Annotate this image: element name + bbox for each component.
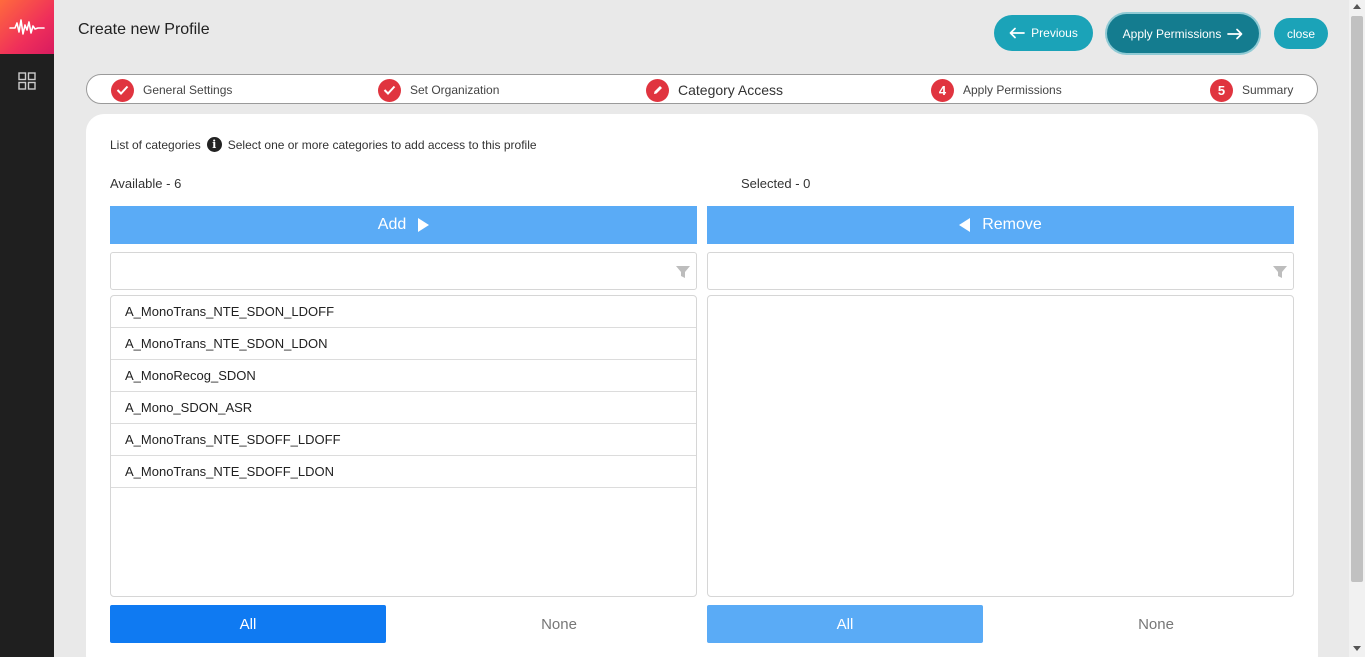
available-list[interactable]: A_MonoTrans_NTE_SDON_LDOFF A_MonoTrans_N…: [110, 295, 697, 597]
selected-select-none-button[interactable]: None: [1018, 605, 1294, 643]
list-item[interactable]: A_MonoTrans_NTE_SDON_LDON: [111, 328, 696, 360]
categories-info: List of categories i Select one or more …: [110, 137, 537, 152]
close-button[interactable]: close: [1274, 18, 1328, 49]
step-category-access[interactable]: Category Access: [646, 78, 783, 102]
list-item[interactable]: A_MonoTrans_NTE_SDOFF_LDON: [111, 456, 696, 488]
check-icon: [111, 78, 134, 102]
available-filter-input[interactable]: [111, 253, 696, 289]
arrow-left-icon: [1009, 27, 1026, 39]
scroll-up-arrow-icon[interactable]: [1353, 4, 1361, 9]
step-number: 4: [931, 78, 954, 102]
step-label: Category Access: [678, 82, 784, 98]
add-label: Add: [377, 216, 407, 233]
selected-select-all-button[interactable]: All: [707, 605, 983, 643]
list-item[interactable]: A_MonoTrans_NTE_SDOFF_LDOFF: [111, 424, 696, 456]
list-item[interactable]: A_MonoTrans_NTE_SDON_LDOFF: [111, 296, 696, 328]
step-label: General Settings: [143, 83, 233, 97]
page-title: Create new Profile: [78, 21, 210, 38]
step-number: 5: [1210, 78, 1233, 102]
add-button[interactable]: Add: [110, 206, 697, 244]
arrow-right-icon: [1227, 28, 1243, 39]
check-icon: [378, 78, 401, 102]
step-summary[interactable]: 5 Summary: [1210, 78, 1293, 102]
step-label: Apply Permissions: [963, 83, 1062, 97]
apps-grid-button[interactable]: [0, 54, 54, 108]
available-count: Available - 6: [110, 176, 182, 191]
page-scrollbar[interactable]: [1349, 0, 1365, 657]
scroll-down-arrow-icon[interactable]: [1353, 646, 1361, 651]
app-logo[interactable]: [0, 0, 54, 54]
remove-button[interactable]: Remove: [707, 206, 1294, 244]
info-icon[interactable]: i: [206, 137, 222, 152]
selected-filter: [707, 252, 1294, 290]
list-item[interactable]: A_MonoRecog_SDON: [111, 360, 696, 392]
pencil-icon: [646, 78, 669, 102]
step-set-organization[interactable]: Set Organization: [378, 78, 499, 102]
selected-filter-input[interactable]: [708, 253, 1293, 289]
filter-icon[interactable]: [675, 264, 691, 280]
left-sidebar: [0, 0, 54, 657]
step-label: Summary: [1242, 83, 1294, 97]
selected-list[interactable]: [707, 295, 1294, 597]
previous-button[interactable]: Previous: [994, 15, 1093, 51]
apply-permissions-label: Apply Permissions: [1122, 26, 1222, 41]
categories-hint: Select one or more categories to add acc…: [227, 137, 537, 152]
available-select-none-button[interactable]: None: [421, 605, 697, 643]
play-right-icon: [418, 218, 430, 232]
step-apply-permissions[interactable]: 4 Apply Permissions: [931, 78, 1062, 102]
apply-permissions-button[interactable]: Apply Permissions: [1107, 14, 1259, 53]
previous-label: Previous: [1031, 26, 1078, 40]
categories-heading: List of categories: [110, 137, 201, 152]
step-general-settings[interactable]: General Settings: [111, 78, 232, 102]
scrollbar-thumb[interactable]: [1351, 16, 1363, 582]
available-select-all-button[interactable]: All: [110, 605, 386, 643]
list-item[interactable]: A_Mono_SDON_ASR: [111, 392, 696, 424]
category-access-card: List of categories i Select one or more …: [86, 114, 1318, 657]
step-label: Set Organization: [410, 83, 500, 97]
filter-icon[interactable]: [1272, 264, 1288, 280]
remove-label: Remove: [982, 216, 1042, 233]
selected-count: Selected - 0: [741, 176, 811, 191]
play-left-icon: [959, 218, 971, 232]
available-filter: [110, 252, 697, 290]
wizard-stepper: General Settings Set Organization Catego…: [86, 74, 1318, 104]
grid-icon: [18, 72, 36, 90]
waveform-logo-icon: [9, 19, 45, 35]
